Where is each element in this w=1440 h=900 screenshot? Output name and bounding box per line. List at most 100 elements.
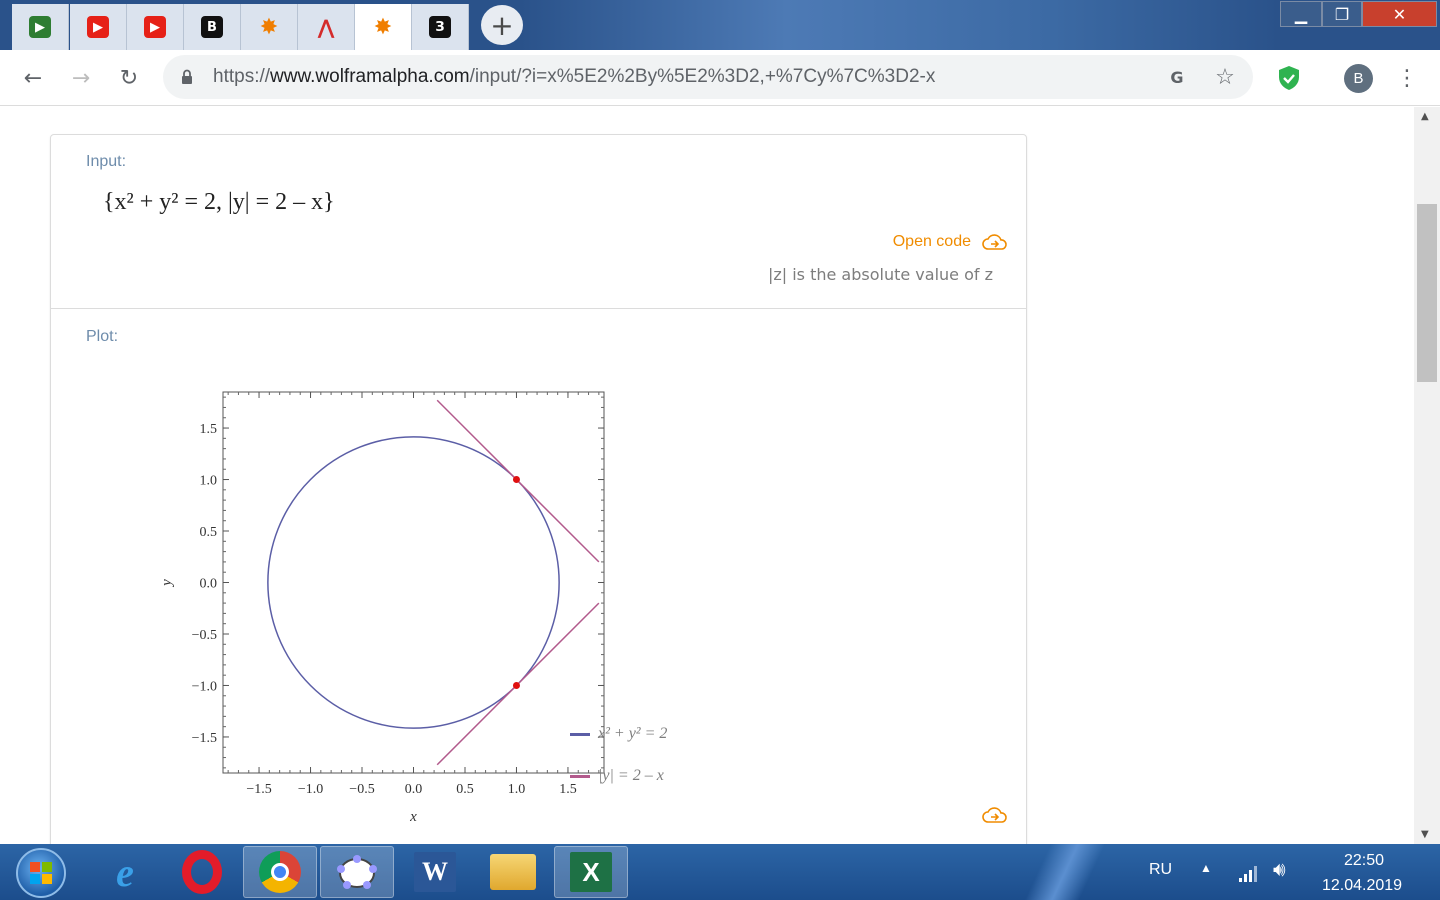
back-icon[interactable]: ←: [17, 62, 49, 94]
plot-chart: −1.5 −1.0 −0.5 0.0 0.5 1.0 1.51.51.00.50.0−0.5…: [159, 391, 605, 825]
x-tick-label: 1.0: [508, 782, 526, 797]
lock-icon: [182, 69, 192, 84]
tab-1[interactable]: ▶: [12, 4, 69, 50]
pod-divider: [51, 308, 1026, 309]
legend-item-abs-line: |y| = 2 – x: [570, 767, 664, 785]
input-pod-label: Input:: [86, 153, 127, 170]
url-path: /input/?i=x%5E2%2By%5E2%3D2,+%7Cy%7C%3D2…: [469, 66, 936, 87]
y-axis-label: y: [159, 579, 175, 588]
minimize-icon: ▁: [1294, 4, 1308, 24]
chrome-icon: [259, 851, 301, 893]
menu-kebab-icon[interactable]: ⋮: [1391, 62, 1423, 94]
excel-icon: X: [570, 852, 612, 892]
vertical-scrollbar[interactable]: ▲ ▼: [1414, 107, 1440, 844]
y-tick-label: 0.0: [200, 577, 218, 592]
legend-item-circle: x² + y² = 2: [570, 725, 667, 743]
clock-time[interactable]: 22:50: [1344, 852, 1384, 870]
b-logo-icon: B: [201, 16, 223, 38]
clock-date[interactable]: 12.04.2019: [1322, 877, 1402, 895]
x-tick-label: −0.5: [349, 782, 374, 797]
x-tick-label: 0.0: [405, 782, 423, 797]
legend-label: |y| = 2 – x: [598, 767, 664, 784]
plot-area: −1.5 −1.0 −0.5 0.0 0.5 1.0 1.5 1.5 1.0 0.5 0.0 −0.5…: [151, 385, 611, 839]
results-card: Input: {x² + y² = 2, |y| = 2 – x} Open c…: [50, 134, 1027, 844]
y-tick-label: 1.5: [200, 422, 218, 437]
y-tick-label: 0.5: [200, 525, 218, 540]
scroll-up-icon[interactable]: ▲: [1421, 111, 1429, 122]
star-icon[interactable]: ☆: [1209, 61, 1241, 93]
windows-taskbar: e W X RU ▲ 🔊︎ 22:50 12.04.2019: [0, 844, 1440, 900]
plot-frame: [222, 391, 605, 774]
scrollbar-thumb[interactable]: [1417, 204, 1437, 382]
cloud-upload-icon[interactable]: [982, 806, 1008, 824]
tab-2[interactable]: ▶: [70, 4, 127, 50]
restore-icon: ❐: [1334, 4, 1350, 24]
taskbar-explorer[interactable]: [476, 846, 550, 898]
network-signal-icon[interactable]: [1238, 864, 1258, 882]
taskbar-ie[interactable]: e: [88, 846, 162, 898]
title-bar-background: [520, 0, 1280, 50]
internet-explorer-icon: e: [116, 849, 134, 895]
y-tick-label: 1.0: [200, 474, 218, 489]
taskbar-geogebra[interactable]: [320, 846, 394, 898]
start-button[interactable]: [16, 848, 66, 898]
volume-icon[interactable]: 🔊︎: [1273, 859, 1286, 882]
bell-curve-icon: ⋀: [317, 15, 335, 39]
word-icon: W: [414, 852, 456, 892]
url-scheme: https://: [213, 66, 271, 87]
profile-avatar[interactable]: B: [1344, 64, 1373, 93]
tab-8[interactable]: З: [412, 4, 469, 50]
shield-extension-icon[interactable]: [1277, 65, 1301, 91]
forward-icon[interactable]: →: [65, 62, 97, 94]
y-tick-label: −1.0: [192, 679, 217, 694]
youtube-icon: ▶: [144, 16, 166, 38]
language-indicator[interactable]: RU: [1149, 861, 1172, 879]
x-tick-label: −1.0: [298, 782, 323, 797]
plot-pod-label: Plot:: [86, 328, 119, 345]
open-code-link[interactable]: Open code: [893, 233, 971, 251]
x-axis-label: x: [409, 809, 417, 825]
z-logo-icon: З: [429, 16, 451, 38]
restore-button[interactable]: ❐: [1322, 1, 1362, 27]
taskbar-excel[interactable]: X: [554, 846, 628, 898]
green-play-icon: ▶: [29, 16, 51, 38]
y-tick-label: −0.5: [192, 628, 217, 643]
tab-7-active[interactable]: ✸: [355, 4, 412, 50]
x-tick-label: −1.5: [246, 782, 271, 797]
intersection-point: [512, 681, 520, 689]
absolute-value-note: |z| is the absolute value of z: [767, 265, 993, 284]
minimize-button[interactable]: ▁: [1280, 1, 1322, 27]
youtube-icon: ▶: [87, 16, 109, 38]
translate-icon[interactable]: G: [1161, 61, 1193, 93]
wolfram-star-icon: ✸: [259, 14, 279, 40]
taskbar-shine: [1010, 844, 1120, 900]
new-tab-button[interactable]: +: [481, 5, 523, 45]
cloud-upload-icon[interactable]: [982, 233, 1008, 251]
scroll-down-icon[interactable]: ▼: [1421, 829, 1429, 840]
input-expression: {x² + y² = 2, |y| = 2 – x}: [103, 189, 335, 215]
opera-icon: [182, 850, 222, 894]
legend-swatch: [570, 774, 590, 778]
tab-3[interactable]: ▶: [127, 4, 184, 50]
url-host: www.wolframalpha.com: [270, 66, 470, 87]
reload-icon[interactable]: ↻: [113, 62, 145, 94]
browser-toolbar: ← → ↻ https://www.wolframalpha.com/input…: [0, 50, 1440, 106]
folder-icon: [490, 854, 536, 890]
tray-expand-icon[interactable]: ▲: [1200, 861, 1212, 875]
tab-5[interactable]: ✸: [241, 4, 298, 50]
plus-icon: +: [490, 8, 514, 42]
taskbar-word[interactable]: W: [398, 846, 472, 898]
address-bar[interactable]: https://www.wolframalpha.com/input/?i=x%…: [163, 55, 1253, 99]
page-content: Input: {x² + y² = 2, |y| = 2 – x} Open c…: [0, 107, 1414, 844]
intersection-point: [512, 476, 520, 484]
tab-bar: ▶ ▶ ▶ B ✸ ⋀ ✸ З + ▁ ❐ ✕: [0, 0, 1440, 50]
tab-6[interactable]: ⋀: [298, 4, 355, 50]
close-button[interactable]: ✕: [1362, 1, 1437, 27]
url-text[interactable]: https://www.wolframalpha.com/input/?i=x%…: [213, 66, 935, 88]
close-icon: ✕: [1392, 4, 1407, 24]
legend-swatch: [570, 732, 590, 736]
x-tick-label: 0.5: [456, 782, 474, 797]
taskbar-opera[interactable]: [165, 846, 239, 898]
taskbar-chrome[interactable]: [243, 846, 317, 898]
tab-4[interactable]: B: [184, 4, 241, 50]
